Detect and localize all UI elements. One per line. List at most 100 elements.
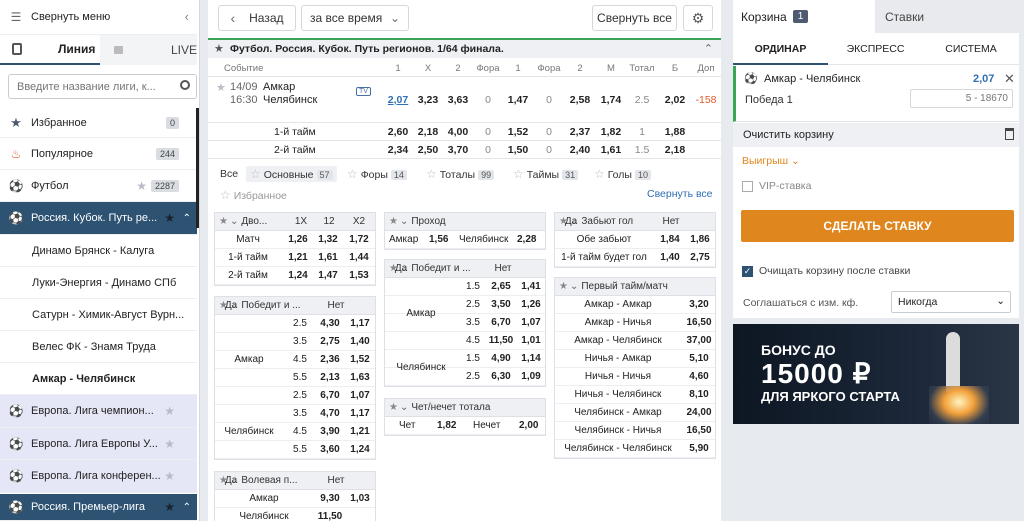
market-row[interactable]: Обе забьют 1,84 1,86 bbox=[555, 231, 715, 249]
market-cell[interactable]: 9,30 bbox=[315, 490, 345, 508]
sidebar-item-ucl[interactable]: ⚽ Европа. Лига чемпион... ★ bbox=[0, 395, 197, 428]
sidebar-item-football[interactable]: ⚽ Футбол ★ 2287 bbox=[0, 171, 197, 202]
league-header[interactable]: ★ Футбол. Россия. Кубок. Путь регионов. … bbox=[208, 38, 721, 58]
star-icon[interactable]: ★ bbox=[559, 281, 568, 292]
sidebar-scrollbar[interactable] bbox=[196, 108, 199, 228]
tab-totals[interactable]: ☆ Тоталы 99 bbox=[422, 166, 498, 182]
half-odd-0[interactable]: 2,34 bbox=[383, 144, 413, 156]
market-cell[interactable]: 1,47 bbox=[313, 267, 343, 285]
half-odd-1[interactable]: 2,50 bbox=[413, 144, 443, 156]
market-row[interactable]: Ничья - Амкар 5,10 bbox=[555, 350, 715, 368]
half-odd-2[interactable]: 4,00 bbox=[443, 126, 473, 138]
half-odd-8[interactable]: 1.5 bbox=[627, 144, 657, 156]
chevron-down-icon[interactable]: ⌄ bbox=[230, 216, 238, 227]
favorite-star-icon[interactable]: ★ bbox=[164, 500, 175, 514]
market-cell[interactable]: 2,65 bbox=[487, 278, 515, 296]
event-odd-8[interactable]: 2.5 bbox=[627, 94, 657, 106]
sidebar-match-2[interactable]: Луки-Энергия - Динамо СПб bbox=[0, 267, 197, 299]
sidebar-item-uecl[interactable]: ⚽ Европа. Лига конферен... ★ bbox=[0, 460, 197, 493]
half-odd-3[interactable]: 0 bbox=[473, 144, 503, 156]
market-cell[interactable]: 1,21 bbox=[345, 423, 375, 441]
star-icon[interactable]: ★ bbox=[389, 402, 398, 413]
chevron-up-icon[interactable]: ⌃ bbox=[183, 213, 191, 224]
market-row[interactable]: Челябинск - Ничья 16,50 bbox=[555, 422, 715, 440]
market-row[interactable]: Амкар 9,30 1,03 bbox=[215, 490, 375, 508]
market-cell[interactable]: 1,32 bbox=[313, 231, 343, 249]
market-row[interactable]: Чет 1,82 Нечет 2,00 bbox=[385, 417, 545, 435]
event-odd-2[interactable]: 3,63 bbox=[443, 94, 473, 106]
favorite-star-icon[interactable]: ★ bbox=[216, 81, 226, 94]
market-row[interactable]: Челябинск 4.5 3,90 1,21 bbox=[215, 423, 375, 441]
market-row[interactable]: Матч 1,26 1,32 1,72 bbox=[215, 231, 375, 249]
chevron-up-icon[interactable]: ⌃ bbox=[183, 502, 191, 513]
event-odd-6[interactable]: 2,58 bbox=[565, 94, 595, 106]
sidebar-item-popular[interactable]: ♨ Популярное 244 bbox=[0, 139, 197, 170]
market-cell[interactable]: 1,82 bbox=[437, 417, 456, 435]
market-header[interactable]: ★ ⌄ Дво... 1X 12 X2 bbox=[215, 213, 375, 231]
market-row[interactable]: 2-й тайм 1,24 1,47 1,53 bbox=[215, 267, 375, 285]
market-cell[interactable]: 1,41 bbox=[517, 278, 545, 296]
half-odd-4[interactable]: 1,50 bbox=[503, 144, 533, 156]
market-cell[interactable]: 1,86 bbox=[685, 231, 715, 249]
half-odd-1[interactable]: 2,18 bbox=[413, 126, 443, 138]
market-cell[interactable]: 1,44 bbox=[343, 249, 375, 267]
market-cell[interactable]: 1,40 bbox=[345, 333, 375, 351]
market-row[interactable]: Челябинск - Челябинск 5,90 bbox=[555, 440, 715, 458]
favorite-star-icon[interactable]: ★ bbox=[164, 211, 175, 225]
market-row[interactable]: 5.5 2,13 1,63 bbox=[215, 369, 375, 387]
market-row[interactable]: Амкар 1,56 Челябинск 2,28 bbox=[385, 231, 545, 249]
chevron-down-icon[interactable]: ⌄ bbox=[570, 281, 578, 292]
market-cell[interactable]: 24,00 bbox=[683, 404, 715, 422]
market-header[interactable]: ★ ⌄ Проход bbox=[385, 213, 545, 231]
market-row[interactable]: Челябинск - Амкар 24,00 bbox=[555, 404, 715, 422]
league-search-input[interactable] bbox=[17, 80, 177, 93]
market-cell[interactable]: 37,00 bbox=[683, 332, 715, 350]
market-cell[interactable]: 4,90 bbox=[487, 350, 515, 368]
tab-bets[interactable]: Ставки bbox=[875, 0, 1019, 33]
market-cell[interactable]: 6,70 bbox=[315, 387, 345, 405]
tab-system[interactable]: СИСТЕМА bbox=[923, 33, 1019, 65]
star-icon[interactable]: ★ bbox=[389, 216, 398, 227]
half-odd-4[interactable]: 1,52 bbox=[503, 126, 533, 138]
half-odd-9[interactable]: 2,18 bbox=[660, 144, 690, 156]
half-odd-2[interactable]: 3,70 bbox=[443, 144, 473, 156]
market-row[interactable]: Амкар - Амкар 3,20 bbox=[555, 296, 715, 314]
half-odd-8[interactable]: 1 bbox=[627, 126, 657, 138]
market-cell[interactable]: 1,03 bbox=[345, 490, 375, 508]
sidebar-item-rpl[interactable]: ⚽ Россия. Премьер-лига ★ ⌃ bbox=[0, 494, 197, 521]
market-cell[interactable]: 16,50 bbox=[683, 422, 715, 440]
market-row[interactable]: 2.5 4,30 1,17 bbox=[215, 315, 375, 333]
market-row[interactable]: Амкар 4.5 2,36 1,52 bbox=[215, 351, 375, 369]
favorite-star-icon[interactable]: ★ bbox=[136, 179, 147, 193]
market-cell[interactable]: 5,90 bbox=[683, 440, 715, 458]
market-cell[interactable]: 8,10 bbox=[683, 386, 715, 404]
star-icon[interactable]: ★ bbox=[214, 42, 224, 55]
tab-line[interactable]: Линия bbox=[0, 35, 100, 65]
close-icon[interactable]: ✕ bbox=[1004, 71, 1015, 87]
market-cell[interactable]: 1,56 bbox=[429, 231, 448, 249]
trash-icon[interactable] bbox=[1005, 128, 1014, 140]
market-header[interactable]: ★ ⌄ Чет/нечет тотала bbox=[385, 399, 545, 417]
agree-select[interactable]: Никогда ⌄ bbox=[891, 291, 1011, 313]
event-odd-10[interactable]: -158 bbox=[691, 94, 721, 106]
half-odd-9[interactable]: 1,88 bbox=[660, 126, 690, 138]
half-odd-6[interactable]: 2,40 bbox=[565, 144, 595, 156]
sidebar-match-1[interactable]: Динамо Брянск - Калуга bbox=[0, 235, 197, 267]
event-odd-7[interactable]: 1,74 bbox=[596, 94, 626, 106]
market-cell[interactable]: 1,53 bbox=[343, 267, 375, 285]
vip-checkbox[interactable]: VIP-ставка bbox=[742, 180, 811, 192]
market-row[interactable]: 4.5 11,50 1,01 bbox=[385, 332, 545, 350]
market-row[interactable]: Челябинск 11,50 bbox=[215, 508, 375, 521]
favorite-star-icon[interactable]: ★ bbox=[164, 404, 175, 418]
market-row[interactable]: Амкар 2.5 3,50 1,26 bbox=[385, 296, 545, 319]
event-row[interactable]: ★ 14/09 16:30 Амкар Челябинск TV 2,07 3,2… bbox=[208, 77, 721, 123]
market-header[interactable]: ★ ⌄ Победит и ... Да Нет bbox=[385, 260, 545, 278]
half-odd-7[interactable]: 1,82 bbox=[596, 126, 626, 138]
half-odd-3[interactable]: 0 bbox=[473, 126, 503, 138]
win-dropdown[interactable]: Выигрыш ⌄ bbox=[742, 155, 800, 167]
market-cell[interactable]: 2,36 bbox=[315, 351, 345, 369]
star-icon[interactable]: ★ bbox=[219, 216, 228, 227]
collapse-menu-button[interactable]: ☰ Свернуть меню ‹ bbox=[0, 0, 197, 35]
market-row[interactable]: Челябинск 1.5 4,90 1,14 bbox=[385, 350, 545, 373]
sidebar-match-5[interactable]: Амкар - Челябинск bbox=[0, 363, 197, 395]
